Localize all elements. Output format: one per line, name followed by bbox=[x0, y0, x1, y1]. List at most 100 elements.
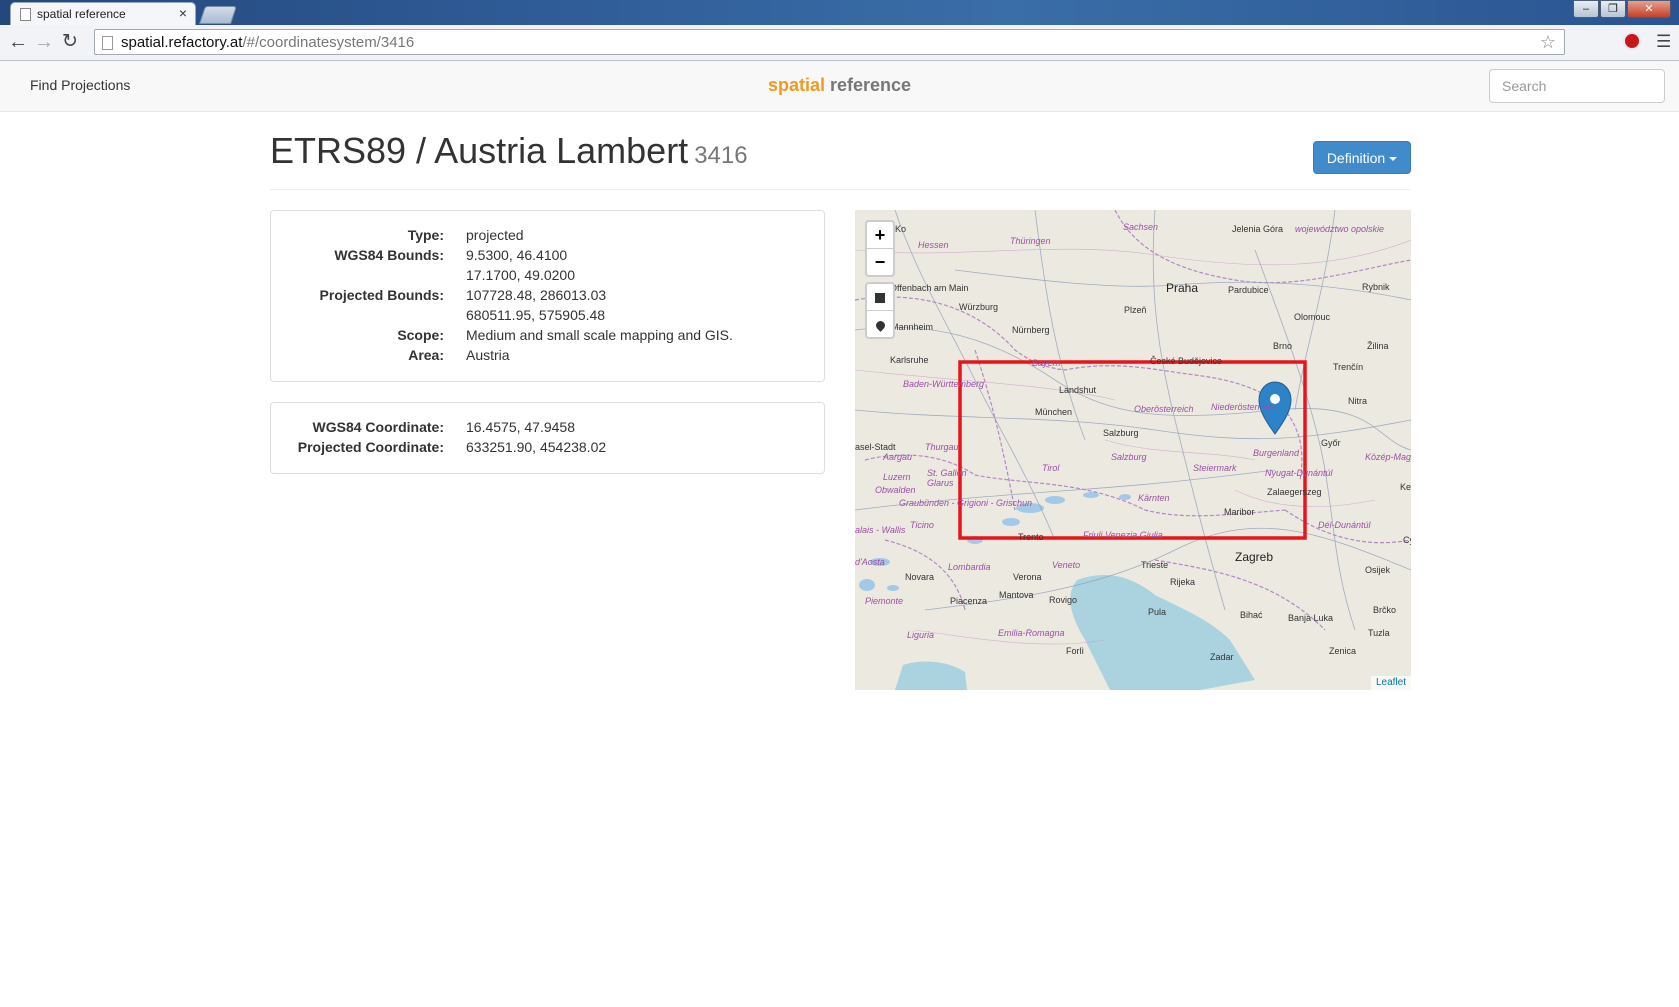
search-input[interactable] bbox=[1489, 69, 1665, 103]
map-label-city: Praha bbox=[1166, 281, 1199, 295]
roads bbox=[855, 210, 1411, 631]
map-label-place: Landshut bbox=[1059, 385, 1097, 395]
map-label-place: České Budějovice bbox=[1150, 356, 1223, 366]
definition-dropdown-button[interactable]: Definition bbox=[1313, 141, 1411, 174]
map-label-place: Würzburg bbox=[959, 302, 999, 312]
map-label-region: Friuli Venezia Giulia bbox=[1083, 530, 1163, 540]
map-label-region: alais - Wallis bbox=[855, 525, 906, 535]
map-label-place: Zadar bbox=[1210, 652, 1234, 662]
extension-icon[interactable] bbox=[1623, 32, 1641, 50]
map-label-place: Novara bbox=[905, 572, 935, 582]
map-label-place: Pula bbox=[1148, 607, 1167, 617]
wgs84-coordinate-value: 16.4575, 47.9458 bbox=[466, 419, 575, 435]
map-label-place: Mannheim bbox=[891, 322, 934, 332]
country-borders bbox=[855, 210, 1411, 631]
map-label-place: Brčko bbox=[1373, 605, 1397, 615]
map-label-region: Piemonte bbox=[865, 596, 904, 606]
scope-row: Scope: Medium and small scale mapping an… bbox=[271, 327, 824, 347]
url-text: spatial.refactory.at/#/coordinatesystem/… bbox=[121, 34, 415, 51]
star-icon[interactable]: ☆ bbox=[1540, 32, 1556, 53]
arrow-right-icon[interactable]: → bbox=[34, 31, 54, 53]
new-tab-button[interactable] bbox=[199, 6, 237, 24]
map-label-place: Maribor bbox=[1224, 507, 1255, 517]
hamburger-menu-icon[interactable]: ☰ bbox=[1656, 32, 1671, 52]
map-label-place: Trento bbox=[1018, 532, 1044, 542]
projected-bounds-value-1: 107728.48, 286013.03 bbox=[466, 287, 607, 303]
map-label-place: Zenica bbox=[1329, 646, 1357, 656]
area-label: Area: bbox=[408, 347, 444, 363]
map-label-place: Tuzla bbox=[1368, 628, 1390, 638]
zoom-in-button[interactable]: + bbox=[867, 222, 893, 248]
map-label-place: Győr bbox=[1321, 438, 1341, 448]
brand-logo[interactable]: spatial reference bbox=[0, 75, 1679, 96]
zoom-out-button[interactable]: − bbox=[867, 248, 893, 275]
map-label-place: Trieste bbox=[1141, 560, 1169, 570]
map-label-region: St. Gallen bbox=[927, 468, 967, 478]
map-label-place: Ko bbox=[895, 224, 907, 234]
caret-down-icon bbox=[1389, 156, 1398, 161]
projected-coordinate-row: Projected Coordinate: 633251.90, 454238.… bbox=[271, 439, 824, 459]
maximize-icon[interactable]: ❐ bbox=[1600, 0, 1626, 18]
browser-tab[interactable]: spatial reference × bbox=[10, 2, 196, 25]
address-bar[interactable]: spatial.refactory.at/#/coordinatesystem/… bbox=[94, 29, 1565, 55]
page-icon bbox=[102, 36, 113, 50]
map-label-place: Karlsruhe bbox=[890, 355, 929, 365]
map-label-region: Niederösterreich bbox=[1211, 402, 1278, 412]
map-label-place: Nitra bbox=[1348, 396, 1368, 406]
zoom-control: + − bbox=[865, 220, 895, 277]
wgs84-coordinate-label: WGS84 Coordinate: bbox=[312, 419, 444, 435]
map-label-place: Zalaegerszeg bbox=[1267, 487, 1322, 497]
ligurian-sea bbox=[895, 661, 967, 690]
map-label-place: Bihać bbox=[1240, 610, 1263, 620]
coordinate-panel: WGS84 Coordinate: 16.4575, 47.9458 Proje… bbox=[270, 402, 825, 474]
map-label-place: Trenčín bbox=[1333, 362, 1364, 372]
map-label-region: Bayern bbox=[1032, 358, 1061, 368]
map-label-region: Hessen bbox=[918, 240, 949, 250]
type-row: Type: projected bbox=[271, 227, 824, 247]
type-value: projected bbox=[466, 227, 524, 243]
map-label-place: Rybnik bbox=[1362, 282, 1390, 292]
map-label-place: Cy bbox=[1403, 535, 1411, 545]
map-label-place: Mantova bbox=[999, 590, 1034, 600]
map-marker-tool-icon[interactable] bbox=[867, 310, 893, 337]
map-label-region: Graubünden - Grigioni - Grischun bbox=[899, 498, 1033, 508]
map-label-place: Forlì bbox=[1066, 646, 1084, 656]
map-label-region: d'Aosta bbox=[855, 557, 885, 567]
adriatic-sea bbox=[1070, 575, 1255, 690]
wgs84-bounds-label: WGS84 Bounds: bbox=[334, 247, 444, 263]
arrow-left-icon[interactable]: ← bbox=[8, 31, 28, 53]
tab-title: spatial reference bbox=[37, 7, 126, 21]
map-label-region: województwo opolskie bbox=[1295, 224, 1385, 234]
map-label-place: Offenbach am Main bbox=[890, 283, 969, 293]
map-label-region: Sachsen bbox=[1123, 222, 1159, 232]
map-label-place: Verona bbox=[1013, 572, 1042, 582]
map-label-place: Rijeka bbox=[1170, 577, 1196, 587]
map-label-place: Plzeň bbox=[1124, 305, 1147, 315]
map-label-region: Kärnten bbox=[1138, 493, 1170, 503]
map-label-region: Liguria bbox=[907, 630, 935, 640]
area-row: Area: Austria bbox=[271, 347, 824, 367]
map-label-place: Rovigo bbox=[1049, 595, 1078, 605]
map-label-place: asel-Stadt bbox=[855, 442, 896, 452]
map-label-region: Emilia-Romagna bbox=[998, 628, 1065, 638]
projected-bounds-row: Projected Bounds: 107728.48, 286013.03 bbox=[271, 287, 824, 307]
map-label-region: Steiermark bbox=[1193, 463, 1237, 473]
reload-icon[interactable]: ↻ bbox=[62, 31, 78, 53]
projected-coordinate-value: 633251.90, 454238.02 bbox=[466, 439, 607, 455]
wgs84-coordinate-row: WGS84 Coordinate: 16.4575, 47.9458 bbox=[271, 419, 824, 439]
close-window-icon[interactable]: ✕ bbox=[1627, 0, 1671, 18]
tab-close-icon[interactable]: × bbox=[179, 5, 187, 21]
map-label-city: Zagreb bbox=[1235, 550, 1274, 564]
divider bbox=[270, 189, 1411, 190]
map-label-region: Nyugat-Dunántúl bbox=[1265, 468, 1333, 478]
leaflet-attribution-link[interactable]: Leaflet bbox=[1370, 676, 1411, 690]
map-label-region: Baden-Württemberg bbox=[903, 379, 985, 389]
scope-label: Scope: bbox=[397, 327, 444, 343]
map-view[interactable]: Ko Jelenia Góra województwo opolskie Sac… bbox=[855, 210, 1411, 690]
square-icon[interactable] bbox=[867, 284, 893, 310]
wgs84-bounds-value-1: 9.5300, 46.4100 bbox=[466, 247, 568, 263]
minimize-icon[interactable]: – bbox=[1573, 0, 1599, 18]
map-label-region: Veneto bbox=[1052, 560, 1081, 570]
site-navbar: Find Projections spatial reference bbox=[0, 61, 1679, 112]
map-label-region: Lombardia bbox=[948, 562, 991, 572]
